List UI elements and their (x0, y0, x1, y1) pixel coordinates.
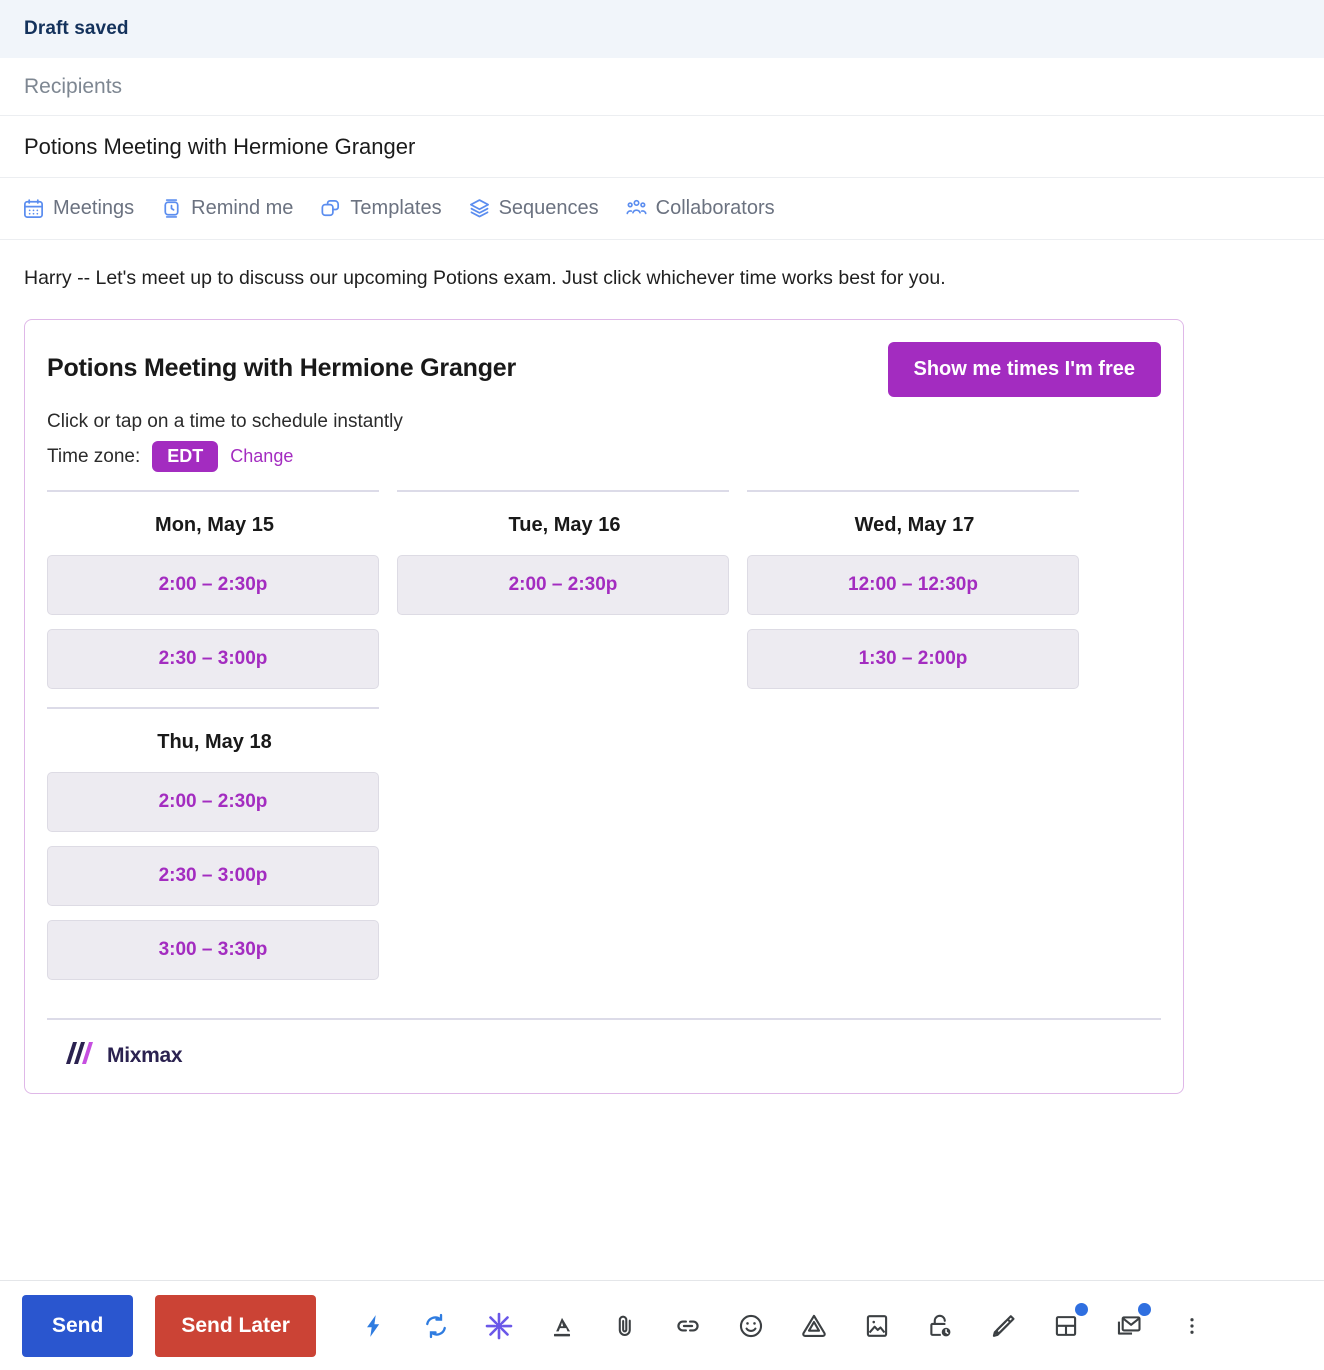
action-templates-label: Templates (350, 197, 441, 220)
day-header: Mon, May 15 (47, 492, 382, 555)
time-slot[interactable]: 3:00 – 3:30p (47, 920, 379, 980)
mixmax-logo-icon (65, 1040, 95, 1071)
subject-input[interactable]: Potions Meeting with Hermione Granger (24, 134, 415, 160)
time-slot[interactable]: 2:00 – 2:30p (47, 555, 379, 615)
action-remind-me[interactable]: Remind me (160, 197, 293, 220)
signature-pen-icon[interactable] (972, 1297, 1035, 1355)
layout-split-icon[interactable] (1035, 1297, 1098, 1355)
more-vertical-icon[interactable] (1161, 1297, 1224, 1355)
lightning-bolt-icon[interactable] (342, 1297, 405, 1355)
google-drive-icon[interactable] (783, 1297, 846, 1355)
timezone-change-link[interactable]: Change (230, 446, 293, 467)
action-meetings[interactable]: Meetings (22, 197, 134, 220)
day-column: Mon, May 15 2:00 – 2:30p 2:30 – 3:00p (47, 490, 382, 707)
action-templates[interactable]: Templates (319, 197, 441, 220)
timezone-label: Time zone: (47, 446, 140, 468)
text-format-icon[interactable] (531, 1297, 594, 1355)
draft-saved-label: Draft saved (24, 18, 129, 40)
draft-saved-banner: Draft saved (0, 0, 1324, 58)
scheduler-footer: Mixmax (47, 1018, 1161, 1093)
mail-body[interactable]: Harry -- Let's meet up to discuss our up… (0, 240, 1324, 1280)
time-slot[interactable]: 12:00 – 12:30p (747, 555, 1079, 615)
people-icon (625, 197, 648, 220)
mail-stack-icon[interactable] (1098, 1297, 1161, 1355)
recipients-row[interactable]: Recipients (0, 58, 1324, 116)
day-column: Thu, May 18 2:00 – 2:30p 2:30 – 3:00p 3:… (47, 707, 382, 998)
insert-image-icon[interactable] (846, 1297, 909, 1355)
day-header: Wed, May 17 (747, 492, 1082, 555)
action-sequences[interactable]: Sequences (468, 197, 599, 220)
day-header: Tue, May 16 (397, 492, 732, 555)
day-column: Tue, May 16 2:00 – 2:30p (397, 490, 732, 707)
day-grid: Mon, May 15 2:00 – 2:30p 2:30 – 3:00p Tu… (47, 490, 1161, 998)
scheduler-card: Potions Meeting with Hermione Granger Sh… (24, 319, 1184, 1094)
subject-row[interactable]: Potions Meeting with Hermione Granger (0, 116, 1324, 178)
day-header: Thu, May 18 (47, 709, 382, 772)
body-text: Harry -- Let's meet up to discuss our up… (24, 266, 1300, 291)
scheduler-title: Potions Meeting with Hermione Granger (47, 342, 516, 383)
copy-squares-icon (319, 197, 342, 220)
show-free-times-button[interactable]: Show me times I'm free (888, 342, 1162, 397)
time-slot[interactable]: 2:00 – 2:30p (47, 772, 379, 832)
action-remind-me-label: Remind me (191, 197, 293, 220)
layout-split-badge (1075, 1303, 1088, 1316)
action-sequences-label: Sequences (499, 197, 599, 220)
timezone-row: Time zone: EDT Change (47, 441, 1161, 472)
sparkle-asterisk-icon[interactable] (468, 1297, 531, 1355)
mail-stack-badge (1138, 1303, 1151, 1316)
scheduler-header: Potions Meeting with Hermione Granger Sh… (47, 342, 1161, 397)
timezone-badge[interactable]: EDT (152, 441, 218, 472)
time-slot[interactable]: 2:00 – 2:30p (397, 555, 729, 615)
day-column: Wed, May 17 12:00 – 12:30p 1:30 – 2:00p (747, 490, 1082, 707)
mixmax-wordmark: Mixmax (107, 1044, 182, 1068)
action-meetings-label: Meetings (53, 197, 134, 220)
send-later-button[interactable]: Send Later (155, 1295, 316, 1357)
watch-clock-icon (160, 197, 183, 220)
layers-icon (468, 197, 491, 220)
time-slot[interactable]: 2:30 – 3:00p (47, 629, 379, 689)
paperclip-icon[interactable] (594, 1297, 657, 1355)
action-collaborators-label: Collaborators (656, 197, 775, 220)
calendar-icon (22, 197, 45, 220)
scheduler-subtitle: Click or tap on a time to schedule insta… (47, 411, 1161, 433)
compose-window: Draft saved Recipients Potions Meeting w… (0, 0, 1324, 1370)
compose-toolbar: Send Send Later (0, 1280, 1324, 1370)
recipients-input[interactable]: Recipients (24, 75, 122, 99)
link-icon[interactable] (657, 1297, 720, 1355)
sync-refresh-icon[interactable] (405, 1297, 468, 1355)
lock-clock-icon[interactable] (909, 1297, 972, 1355)
mixmax-action-strip: Meetings Remind me Templates (0, 178, 1324, 240)
time-slot[interactable]: 2:30 – 3:00p (47, 846, 379, 906)
toolbar-icon-group (342, 1297, 1224, 1355)
action-collaborators[interactable]: Collaborators (625, 197, 775, 220)
time-slot[interactable]: 1:30 – 2:00p (747, 629, 1079, 689)
emoji-smiley-icon[interactable] (720, 1297, 783, 1355)
send-button[interactable]: Send (22, 1295, 133, 1357)
